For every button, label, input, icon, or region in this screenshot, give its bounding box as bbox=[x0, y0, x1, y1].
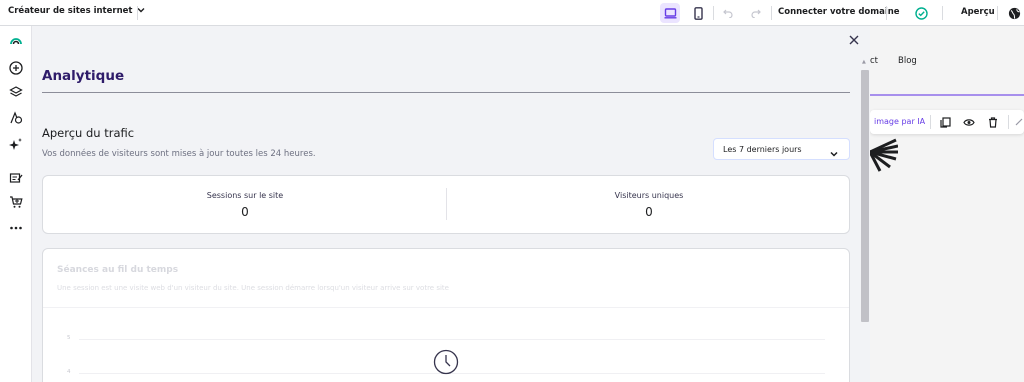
logo-icon bbox=[8, 32, 24, 48]
globe-icon bbox=[1008, 7, 1020, 19]
undo-button[interactable] bbox=[718, 3, 738, 23]
close-icon bbox=[849, 35, 859, 45]
layers-button[interactable] bbox=[8, 84, 24, 100]
ai-image-button[interactable]: image par IA bbox=[874, 117, 925, 126]
blog-button[interactable] bbox=[8, 170, 24, 186]
desktop-view-button[interactable] bbox=[660, 3, 680, 23]
add-icon bbox=[9, 61, 23, 75]
stat-value: 0 bbox=[645, 205, 653, 219]
section-title: Aperçu du trafic bbox=[42, 126, 135, 140]
mobile-icon bbox=[693, 6, 703, 20]
blog-icon bbox=[9, 173, 23, 183]
divider bbox=[771, 6, 772, 20]
stat-value: 0 bbox=[241, 205, 249, 219]
eye-icon bbox=[963, 118, 975, 126]
stats-card: Sessions sur le site 0 Visiteurs uniques… bbox=[42, 175, 850, 234]
analytics-modal: Analytique Aperçu du trafic Vos données … bbox=[32, 26, 870, 382]
decorative-image bbox=[868, 132, 899, 176]
period-select[interactable]: Les 7 derniers jours bbox=[713, 138, 850, 160]
stat-label: Sessions sur le site bbox=[206, 191, 284, 200]
scroll-up-icon[interactable]: ▲ bbox=[862, 60, 867, 65]
visibility-button[interactable] bbox=[962, 115, 976, 129]
preview-button[interactable]: Aperçu bbox=[961, 7, 995, 17]
brand-label: Créateur de sites internet bbox=[8, 6, 133, 16]
selection-outline bbox=[870, 94, 1024, 96]
chart-subtitle: Une session est une visite web d'un visi… bbox=[57, 284, 449, 292]
divider bbox=[997, 6, 998, 20]
layers-icon bbox=[9, 86, 23, 97]
divider bbox=[137, 6, 138, 20]
divider bbox=[886, 6, 887, 20]
section-subtitle: Vos données de visiteurs sont mises à jo… bbox=[42, 149, 316, 159]
nav-item-blog[interactable]: Blog bbox=[898, 56, 917, 66]
delete-button[interactable] bbox=[986, 115, 1000, 129]
top-bar: Créateur de sites internet Connecter vot… bbox=[0, 0, 1024, 26]
more-icon bbox=[10, 226, 22, 230]
sessions-chart-card: Séances au fil du temps Une session est … bbox=[42, 248, 850, 382]
modal-scrollbar[interactable]: ▲ bbox=[859, 26, 870, 382]
add-element-button[interactable] bbox=[8, 60, 24, 76]
scrollbar-thumb[interactable] bbox=[861, 70, 869, 322]
divider bbox=[1008, 115, 1009, 129]
duplicate-icon bbox=[939, 116, 951, 128]
styles-icon bbox=[10, 111, 23, 124]
undo-icon bbox=[723, 9, 733, 18]
publish-status[interactable] bbox=[911, 3, 931, 23]
redo-button[interactable] bbox=[746, 3, 766, 23]
ai-sparkle-icon bbox=[9, 138, 22, 150]
chevron-down-icon bbox=[137, 6, 145, 16]
check-circle-icon bbox=[914, 6, 928, 20]
store-button[interactable] bbox=[8, 194, 24, 210]
arrow-icon bbox=[1015, 118, 1023, 126]
site-builder-menu[interactable]: Créateur de sites internet bbox=[8, 6, 145, 16]
ai-tools-button[interactable] bbox=[8, 136, 24, 152]
divider bbox=[930, 115, 931, 129]
stat-sessions: Sessions sur le site 0 bbox=[43, 176, 447, 233]
divider bbox=[942, 6, 943, 20]
stat-label: Visiteurs uniques bbox=[614, 191, 684, 200]
stat-unique-visitors: Visiteurs uniques 0 bbox=[447, 176, 851, 233]
redo-icon bbox=[751, 9, 761, 18]
divider bbox=[713, 6, 714, 20]
nav-item-contact[interactable]: ct bbox=[870, 56, 878, 66]
chevron-down-icon bbox=[829, 144, 839, 157]
element-toolbar: image par IA bbox=[870, 110, 1024, 134]
connect-domain-button[interactable]: Connecter votre domaine bbox=[778, 7, 900, 17]
mobile-view-button[interactable] bbox=[688, 3, 708, 23]
page-title: Analytique bbox=[42, 68, 125, 84]
duplicate-button[interactable] bbox=[938, 115, 952, 129]
period-select-value: Les 7 derniers jours bbox=[723, 145, 802, 154]
divider bbox=[43, 307, 849, 308]
y-tick: 4 bbox=[67, 369, 71, 375]
gridline bbox=[79, 339, 825, 340]
chart-title: Séances au fil du temps bbox=[57, 265, 179, 275]
desktop-icon bbox=[664, 7, 676, 18]
clock-icon bbox=[433, 349, 459, 375]
more-button[interactable] bbox=[8, 220, 24, 236]
divider bbox=[42, 92, 850, 93]
store-icon bbox=[10, 196, 23, 208]
y-tick: 5 bbox=[67, 335, 71, 341]
site-canvas: ct Blog image par IA bbox=[868, 26, 1024, 382]
trash-icon bbox=[989, 116, 997, 128]
left-sidebar bbox=[0, 26, 32, 382]
styles-button[interactable] bbox=[8, 110, 24, 126]
language-button[interactable] bbox=[1004, 3, 1024, 23]
more-toolbar-button[interactable] bbox=[1012, 115, 1024, 129]
